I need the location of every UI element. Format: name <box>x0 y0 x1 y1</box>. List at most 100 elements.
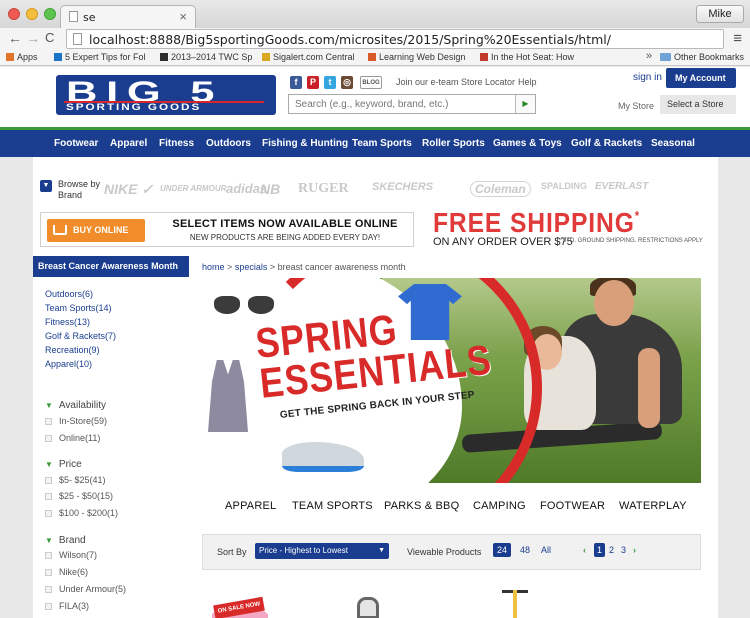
checkbox[interactable] <box>45 493 52 500</box>
brand-logo-everlast[interactable]: EVERLAST <box>595 181 648 192</box>
category-link-team-sports[interactable]: Team Sports(14) <box>45 303 112 313</box>
product-image[interactable] <box>357 597 379 618</box>
tab-parks-bbq[interactable]: PARKS & BBQ <box>384 500 459 512</box>
other-bookmarks[interactable]: Other Bookmarks <box>660 52 744 62</box>
bookmark-apps[interactable]: Apps <box>6 52 38 62</box>
price-filter-toggle[interactable]: ▼ Price <box>45 459 82 470</box>
category-link-fitness[interactable]: Fitness(13) <box>45 317 90 327</box>
brand-logo-ruger[interactable]: RUGER <box>298 181 349 197</box>
next-page-chevron-icon[interactable]: › <box>633 545 636 555</box>
url-text[interactable]: localhost:8888/Big5sportingGoods.com/mic… <box>89 32 611 47</box>
filter-option-wilson[interactable]: Wilson(7) <box>45 550 97 560</box>
help-link[interactable]: Help <box>518 77 537 87</box>
category-link-outdoors[interactable]: Outdoors(6) <box>45 289 93 299</box>
viewable-option-all[interactable]: All <box>541 545 551 555</box>
nav-apparel[interactable]: Apparel <box>110 138 147 149</box>
select-store-button[interactable]: Select a Store <box>660 95 736 114</box>
search-submit-icon[interactable]: ▶ <box>515 95 535 113</box>
availability-filter-toggle[interactable]: ▼ Availability <box>45 400 106 411</box>
bookmark-item[interactable]: Sigalert.com Central <box>262 52 355 62</box>
filter-option-under-armour[interactable]: Under Armour(5) <box>45 584 126 594</box>
brand-logo-coleman[interactable]: Coleman <box>470 181 531 197</box>
bookmark-item[interactable]: 2013–2014 TWC Sp <box>160 52 252 62</box>
sign-in-link[interactable]: sign in <box>633 72 662 83</box>
reload-icon[interactable]: C <box>45 30 54 45</box>
brand-logo-new-balance[interactable]: NB <box>260 181 280 197</box>
sort-select[interactable]: Price - Highest to Lowest ▼ <box>255 543 389 559</box>
more-bookmarks-chevron-icon[interactable]: » <box>646 50 652 62</box>
breadcrumb-specials[interactable]: specials <box>235 262 268 272</box>
viewable-option-24[interactable]: 24 <box>493 543 512 557</box>
breadcrumb-home[interactable]: home <box>202 262 225 272</box>
hamburger-menu-icon[interactable]: ≡ <box>733 30 742 47</box>
brand-logo-skechers[interactable]: SKECHERS <box>372 181 433 193</box>
page-3[interactable]: 3 <box>621 545 626 555</box>
nav-outdoors[interactable]: Outdoors <box>206 138 251 149</box>
checkbox[interactable] <box>45 569 52 576</box>
brand-logo-spalding[interactable]: SPALDING <box>541 181 587 191</box>
buy-online-button[interactable]: BUY ONLINE <box>47 219 145 242</box>
free-shipping-heading[interactable]: FREE SHIPPING* <box>433 207 640 239</box>
bookmark-item[interactable]: In the Hot Seat: How <box>480 52 574 62</box>
facebook-icon[interactable]: f <box>290 76 302 89</box>
checkbox[interactable] <box>45 552 52 559</box>
brand-logo-nike[interactable]: NIKE ✓ <box>104 181 153 198</box>
filter-option-fila[interactable]: FILA(3) <box>45 601 89 611</box>
close-window-button[interactable] <box>8 8 20 20</box>
brand-logo-under-armour[interactable]: UNDER ARMOUR <box>160 184 226 193</box>
tab-waterplay[interactable]: WATERPLAY <box>619 500 687 512</box>
product-image[interactable] <box>513 590 517 618</box>
bookmark-item[interactable]: Learning Web Design <box>368 52 465 62</box>
previous-page-chevron-icon[interactable]: ‹ <box>583 545 586 555</box>
tab-close-icon[interactable]: × <box>179 9 187 24</box>
nav-games-toys[interactable]: Games & Toys <box>493 138 562 149</box>
buy-online-banner[interactable]: BUY ONLINE SELECT ITEMS NOW AVAILABLE ON… <box>40 212 414 247</box>
viewable-option-48[interactable]: 48 <box>520 545 530 555</box>
profile-button[interactable]: Mike <box>696 5 744 23</box>
nav-golf-rackets[interactable]: Golf & Rackets <box>571 138 642 149</box>
back-arrow-icon[interactable]: ← <box>8 30 22 46</box>
category-link-recreation[interactable]: Recreation(9) <box>45 345 100 355</box>
bookmark-item[interactable]: 5 Expert Tips for Fol <box>54 52 146 62</box>
category-link-apparel[interactable]: Apparel(10) <box>45 359 92 369</box>
tab-apparel[interactable]: APPAREL <box>225 500 276 512</box>
instagram-icon[interactable]: ◎ <box>341 76 353 89</box>
nav-seasonal[interactable]: Seasonal <box>651 138 695 149</box>
checkbox[interactable] <box>45 477 52 484</box>
search-input[interactable] <box>289 95 515 113</box>
checkbox[interactable] <box>45 435 52 442</box>
nav-team-sports[interactable]: Team Sports <box>352 138 412 149</box>
minimize-window-button[interactable] <box>26 8 38 20</box>
page-1[interactable]: 1 <box>594 543 606 557</box>
spring-essentials-hero-banner[interactable]: SPRING ESSENTIALS GET THE SPRING BACK IN… <box>202 278 701 483</box>
filter-option-price-25-50[interactable]: $25 - $50(15) <box>45 491 113 501</box>
browse-brand-toggle-icon[interactable]: ▼ <box>40 180 52 192</box>
page-2[interactable]: 2 <box>609 545 614 555</box>
nav-footwear[interactable]: Footwear <box>54 138 98 149</box>
nav-fitness[interactable]: Fitness <box>159 138 194 149</box>
filter-option-in-store[interactable]: In-Store(59) <box>45 416 107 426</box>
checkbox[interactable] <box>45 603 52 610</box>
twitter-icon[interactable]: t <box>324 76 336 89</box>
tab-camping[interactable]: CAMPING <box>473 500 526 512</box>
nav-fishing-hunting[interactable]: Fishing & Hunting <box>262 138 348 149</box>
join-eteam-link[interactable]: Join our e-team <box>396 77 459 87</box>
checkbox[interactable] <box>45 510 52 517</box>
tab-footwear[interactable]: FOOTWEAR <box>540 500 605 512</box>
brand-filter-toggle[interactable]: ▼ Brand <box>45 535 86 546</box>
pinterest-icon[interactable]: P <box>307 76 319 89</box>
store-locator-link[interactable]: Store Locator <box>461 77 515 87</box>
forward-arrow-icon[interactable]: → <box>26 30 40 46</box>
filter-option-online[interactable]: Online(11) <box>45 433 100 443</box>
zoom-window-button[interactable] <box>44 8 56 20</box>
filter-option-price-5-25[interactable]: $5- $25(41) <box>45 475 106 485</box>
checkbox[interactable] <box>45 586 52 593</box>
filter-option-nike[interactable]: Nike(6) <box>45 567 88 577</box>
category-link-golf-rackets[interactable]: Golf & Rackets(7) <box>45 331 116 341</box>
nav-roller-sports[interactable]: Roller Sports <box>422 138 485 149</box>
blog-icon[interactable]: BLOG <box>360 76 382 89</box>
my-account-button[interactable]: My Account ▼ <box>666 68 736 103</box>
browser-tab[interactable]: se × <box>60 5 196 29</box>
checkbox[interactable] <box>45 418 52 425</box>
address-bar[interactable]: localhost:8888/Big5sportingGoods.com/mic… <box>66 29 724 49</box>
